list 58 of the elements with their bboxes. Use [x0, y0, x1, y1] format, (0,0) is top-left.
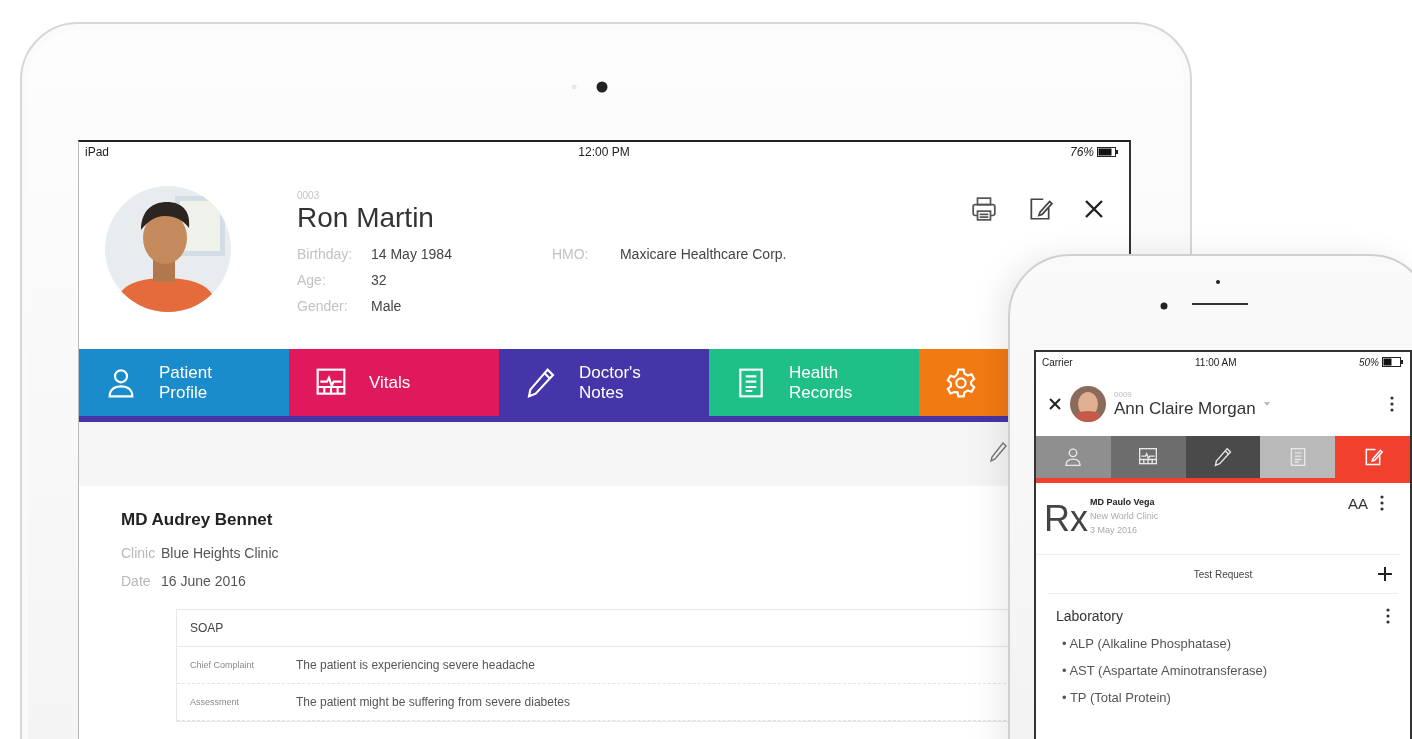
field-label: Gender: — [297, 298, 349, 314]
doctor-name: MD Paulo Vega — [1090, 496, 1156, 509]
rx-symbol: Rx — [1044, 501, 1086, 537]
person-icon — [1063, 447, 1084, 467]
list-item: • TP (Total Protein) — [1061, 689, 1172, 707]
more-icon[interactable] — [1386, 608, 1390, 624]
pencil-icon — [525, 366, 557, 399]
list-item: • AST (Aspartate Aminotransferase) — [1061, 662, 1269, 680]
tab[interactable] — [1110, 436, 1186, 478]
field-label: Birthday: — [297, 246, 354, 262]
gear-icon — [945, 366, 977, 399]
carrier-name: Carrier — [1042, 356, 1073, 368]
field-label: Clinic — [121, 545, 157, 561]
prescription-date: 3 May 2016 — [1090, 524, 1139, 537]
field-value: The patient is experiencing severe headache — [296, 658, 535, 672]
field-label: Chief Complaint — [190, 660, 256, 670]
battery-percent: 76% — [1069, 145, 1094, 159]
field-label: Assessment — [190, 697, 241, 707]
field-label: Age: — [297, 272, 327, 288]
category-title: Laboratory — [1056, 608, 1123, 624]
status-time: 12:00 PM — [578, 145, 630, 159]
more-icon[interactable] — [1380, 495, 1384, 511]
clinic-name: New World Clinic — [1090, 510, 1159, 523]
battery-icon — [1097, 147, 1119, 157]
field-value: Male — [371, 298, 402, 314]
doctor-name: MD Audrey Bennet — [121, 510, 273, 530]
battery-percent: 50% — [1359, 356, 1379, 368]
tab[interactable]: Patient Profile — [79, 349, 289, 416]
patient-name[interactable]: Ann Claire Morgan — [1114, 398, 1256, 419]
print-icon[interactable] — [971, 196, 997, 222]
monitor-icon — [1138, 447, 1159, 467]
battery-icon — [1382, 357, 1404, 367]
tab[interactable]: Doctor's Notes — [499, 349, 709, 416]
tab[interactable] — [1335, 436, 1410, 478]
tab[interactable]: Vitals — [289, 349, 499, 416]
text-size-button[interactable]: AA — [1348, 495, 1368, 512]
close-icon[interactable] — [1083, 198, 1105, 220]
device-name: iPad — [85, 145, 110, 159]
field-value: Maxicare Healthcare Corp. — [619, 246, 787, 262]
edit-icon[interactable] — [1027, 196, 1053, 222]
section-title: Test Request — [1193, 568, 1253, 580]
tab[interactable] — [1185, 436, 1261, 478]
status-time: 11:00 AM — [1195, 356, 1237, 368]
add-icon[interactable] — [1378, 567, 1392, 581]
field-value: Blue Heights Clinic — [161, 545, 279, 561]
field-label: Date — [121, 573, 152, 589]
more-icon[interactable] — [1390, 396, 1394, 412]
pencil-icon — [1213, 447, 1233, 467]
patient-id: 0003 — [297, 190, 321, 201]
list-item: • ALP (Alkaline Phosphatase) — [1061, 635, 1233, 653]
field-value: 32 — [371, 272, 387, 288]
close-icon[interactable] — [1048, 397, 1062, 411]
field-value: The patient might be suffering from severe diabetes — [296, 695, 570, 709]
pencil-icon[interactable] — [989, 442, 1007, 464]
field-label: HMO: — [551, 246, 590, 262]
field-value: 14 May 1984 — [371, 246, 452, 262]
patient-name: Ron Martin — [297, 202, 435, 234]
field-value: 16 June 2016 — [161, 573, 246, 589]
